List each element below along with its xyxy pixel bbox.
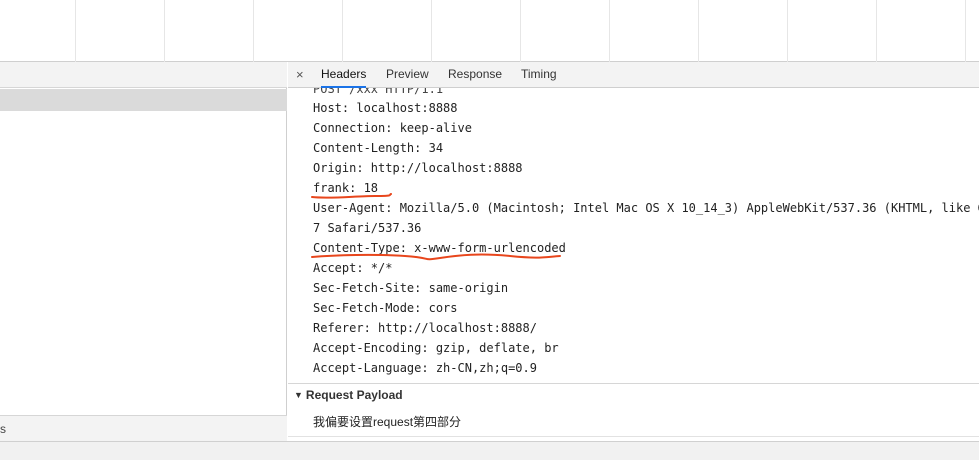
header-line-wrap: 7 Safari/537.36 (313, 221, 422, 235)
header-line: Host: localhost:8888 (313, 101, 458, 115)
header-line: Accept-Language: zh-CN,zh;q=0.9 (313, 361, 537, 375)
header-line-content-type: Content-Type: x-www-form-urlencoded (313, 241, 566, 255)
header-line: Content-Length: 34 (313, 141, 444, 155)
request-list-pane: s (0, 62, 287, 460)
close-icon[interactable]: × (296, 67, 304, 82)
tab-response[interactable]: Response (448, 62, 502, 88)
timeline-gridline (965, 0, 966, 62)
section-divider (288, 383, 979, 384)
header-line: Origin: http://localhost:8888 (313, 161, 523, 175)
tab-timing[interactable]: Timing (521, 62, 557, 88)
timeline-gridline (787, 0, 788, 62)
status-text: s (0, 422, 6, 436)
request-list-status-bar: s (0, 415, 287, 443)
request-list-header[interactable] (0, 62, 287, 88)
header-line: Referer: http://localhost:8888/ (313, 321, 537, 335)
request-detail-pane: × Headers Preview Response Timing POST /… (288, 62, 979, 460)
header-line: Sec-Fetch-Site: same-origin (313, 281, 509, 295)
request-payload-content: 我偏要设置request第四部分 (313, 415, 462, 429)
network-timeline (0, 0, 979, 62)
timeline-gridline (164, 0, 165, 62)
triangle-down-icon[interactable]: ▼ (294, 390, 303, 400)
header-line: Accept-Encoding: gzip, deflate, br (313, 341, 559, 355)
header-line-custom: frank: 18 (313, 181, 379, 195)
request-payload-header[interactable]: ▼ Request Payload (294, 388, 403, 402)
timeline-gridline (698, 0, 699, 62)
timeline-gridline (520, 0, 521, 62)
devtools-footer-bar (0, 441, 979, 460)
timeline-gridline (609, 0, 610, 62)
header-line: Accept: */* (313, 261, 393, 275)
timeline-gridline (75, 0, 76, 62)
detail-tabbar: × Headers Preview Response Timing (288, 62, 979, 88)
timeline-gridline (253, 0, 254, 62)
header-line: Connection: keep-alive (313, 121, 472, 135)
timeline-gridline (876, 0, 877, 62)
timeline-gridline (342, 0, 343, 62)
request-headers-list: POST /xxx HTTP/1.1 Host: localhost:8888 … (313, 88, 979, 383)
tab-headers[interactable]: Headers (321, 62, 367, 88)
timeline-gridline (431, 0, 432, 62)
tab-preview[interactable]: Preview (386, 62, 429, 88)
request-payload-title: Request Payload (305, 388, 403, 402)
header-line: User-Agent: Mozilla/5.0 (Macintosh; Inte… (313, 201, 979, 215)
request-line: POST /xxx HTTP/1.1 (313, 88, 444, 96)
selected-request-row[interactable] (0, 89, 287, 111)
section-divider (288, 436, 979, 437)
header-line: Sec-Fetch-Mode: cors (313, 301, 458, 315)
